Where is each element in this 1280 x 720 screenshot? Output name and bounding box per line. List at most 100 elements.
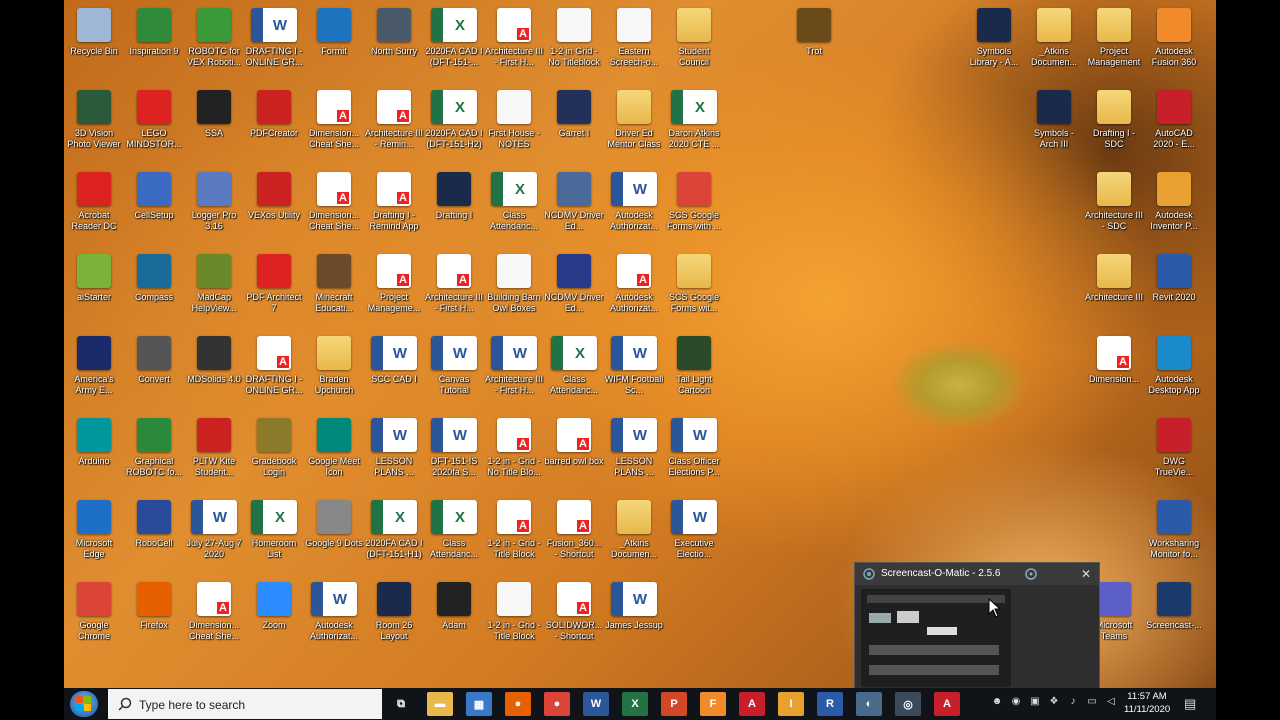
notification-icon[interactable]: ▤	[1184, 696, 1196, 712]
close-icon[interactable]: ✕	[1081, 567, 1091, 581]
desktop-icon[interactable]: Microsoft Edge	[64, 494, 124, 574]
desktop-icon[interactable]: America's Army E...	[64, 330, 124, 410]
calculator-icon[interactable]: ▦	[466, 692, 492, 716]
desktop-icon[interactable]: SSA	[184, 84, 244, 164]
desktop-icon[interactable]: Worksharing Monitor fo...	[1144, 494, 1204, 574]
desktop-icon[interactable]: Arduino	[64, 412, 124, 492]
chrome-icon[interactable]: ●	[544, 692, 570, 716]
desktop-icon[interactable]: Google Chrome	[64, 576, 124, 656]
fusion360-icon[interactable]: F	[700, 692, 726, 716]
teams-tray-icon[interactable]: ☻	[990, 696, 1004, 710]
desktop-icon[interactable]: W Autodesk Authorizat...	[304, 576, 364, 656]
desktop-icon[interactable]: PLTW Kite Student...	[184, 412, 244, 492]
desktop-icon[interactable]: Project Management	[1084, 2, 1144, 82]
desktop-icon[interactable]: W Canvas Tutorial	[424, 330, 484, 410]
desktop-icon[interactable]: Autodesk Desktop App	[1144, 330, 1204, 410]
desktop-icon[interactable]: X Homeroom List	[244, 494, 304, 574]
desktop-icon[interactable]: Screencast-...	[1144, 576, 1204, 656]
desktop-icon[interactable]: Google 9 Dots	[304, 494, 364, 574]
desktop-icon[interactable]: Minecraft Educati...	[304, 248, 364, 328]
file-explorer-icon[interactable]: ▬	[427, 692, 453, 716]
desktop-icon[interactable]: Dimension... Cheat She...	[304, 166, 364, 246]
desktop-icon[interactable]: Drafting I - Remind App	[364, 166, 424, 246]
desktop-icon[interactable]: Adam	[424, 576, 484, 656]
desktop-icon[interactable]: MadCap HelpView...	[184, 248, 244, 328]
desktop-icon[interactable]: W July 27-Aug 7 2020	[184, 494, 244, 574]
mic-tray-icon[interactable]: ♪	[1066, 696, 1080, 710]
desktop-icon[interactable]: Dimension...	[1084, 330, 1144, 410]
app-tray-icon[interactable]: ▣	[1028, 696, 1042, 710]
desktop-icon[interactable]: Drafting I	[424, 166, 484, 246]
clock[interactable]: 11:57 AM 11/11/2020	[1124, 690, 1170, 716]
desktop-icon[interactable]: Convert	[124, 330, 184, 410]
desktop-icon[interactable]: Acrobat Reader DC	[64, 166, 124, 246]
desktop-icon[interactable]: aiStarter	[64, 248, 124, 328]
start-button[interactable]	[70, 691, 98, 717]
desktop-icon[interactable]: SCS Google Forms with ...	[664, 166, 724, 246]
excel-icon[interactable]: X	[622, 692, 648, 716]
desktop-icon[interactable]: W SCC CAD I	[364, 330, 424, 410]
task-view-icon[interactable]: ⧉	[388, 692, 414, 716]
recorder-tray-icon[interactable]: ◉	[1009, 696, 1023, 710]
screencast-record-icon[interactable]	[1025, 568, 1037, 580]
desktop-icon[interactable]: X 2020FA CAD I (DFT-151-H1)	[364, 494, 424, 574]
desktop-icon[interactable]: 1-2 in - Grid - Title Block	[484, 494, 544, 574]
desktop-icon[interactable]: _Atkins Documen...	[1024, 2, 1084, 82]
desktop-icon[interactable]: DRAFTING I - ONLINE GR...	[244, 330, 304, 410]
desktop-icon[interactable]: Building Barn Owl Boxes	[484, 248, 544, 328]
desktop-icon[interactable]: North Surry	[364, 2, 424, 82]
desktop-icon[interactable]: RoboCell	[124, 494, 184, 574]
desktop-icon[interactable]: 1-2 in - Grid - No Title Blo...	[484, 412, 544, 492]
desktop-icon[interactable]: W Class Officer Elections P...	[664, 412, 724, 492]
desktop-icon[interactable]: SOLIDWOR... - Shortcut	[544, 576, 604, 656]
desktop-icon[interactable]: Architecture III	[1084, 248, 1144, 328]
desktop-icon[interactable]: Architecture III - SDC	[1084, 166, 1144, 246]
desktop-icon[interactable]: Firefox	[124, 576, 184, 656]
desktop-icon[interactable]: PDF Architect 7	[244, 248, 304, 328]
photos-icon[interactable]: ◐	[856, 692, 882, 716]
desktop-icon[interactable]: Formit	[304, 2, 364, 82]
desktop-icon[interactable]: Tail Light Cartoon	[664, 330, 724, 410]
search-box[interactable]: Type here to search	[108, 689, 382, 719]
desktop-icon[interactable]: Autodesk Inventor P...	[1144, 166, 1204, 246]
desktop-icon[interactable]: W DRAFTING I - ONLINE GR...	[244, 2, 304, 82]
desktop-icon[interactable]: Compass	[124, 248, 184, 328]
desktop-icon[interactable]: Dimension... Cheat She...	[184, 576, 244, 656]
desktop-icon[interactable]: barred owl box	[544, 412, 604, 492]
desktop-icon[interactable]: Zoom	[244, 576, 304, 656]
desktop-icon[interactable]: Graphical ROBOTC fo...	[124, 412, 184, 492]
desktop-icon[interactable]: X Class Attendanc...	[484, 166, 544, 246]
desktop-icon[interactable]: Project Manageme...	[364, 248, 424, 328]
word-icon[interactable]: W	[583, 692, 609, 716]
desktop-icon[interactable]: Dimension... Cheat She...	[304, 84, 364, 164]
desktop-icon[interactable]: AutoCAD 2020 - E...	[1144, 84, 1204, 164]
desktop-icon[interactable]: _Atkins Documen...	[604, 494, 664, 574]
desktop-icon[interactable]: Fusion_360... - Shortcut	[544, 494, 604, 574]
desktop-icon[interactable]: Symbols Library - A...	[964, 2, 1024, 82]
network-tray-icon[interactable]: ▭	[1085, 696, 1099, 710]
desktop-icon[interactable]: Garret I	[544, 84, 604, 164]
desktop-icon[interactable]: X Daron Atkins 2020 CTE ...	[664, 84, 724, 164]
desktop-icon[interactable]: Student Council	[664, 2, 724, 82]
desktop-icon[interactable]: Architecture III - Remin...	[364, 84, 424, 164]
desktop-icon[interactable]: W DFT-151-IS 2020fa S...	[424, 412, 484, 492]
desktop-icon[interactable]: NCDMV Driver Ed...	[544, 166, 604, 246]
desktop-icon[interactable]: 1-2 in Grid - No Titleblock	[544, 2, 604, 82]
desktop-icon[interactable]: Driver Ed Mentor Class	[604, 84, 664, 164]
dropbox-tray-icon[interactable]: ❖	[1047, 696, 1061, 710]
desktop-icon[interactable]: Braden Upchurch	[304, 330, 364, 410]
desktop-icon[interactable]: NCDMV Driver Ed...	[544, 248, 604, 328]
desktop-icon[interactable]: W Executive Electio...	[664, 494, 724, 574]
desktop-icon[interactable]: VEXos Utility	[244, 166, 304, 246]
desktop-icon[interactable]: CellSetup	[124, 166, 184, 246]
volume-tray-icon[interactable]: ◁	[1104, 696, 1118, 710]
desktop-icon[interactable]: Recycle Bin	[64, 2, 124, 82]
desktop-icon[interactable]: Gradebook Login	[244, 412, 304, 492]
desktop-icon[interactable]: PDFCreator	[244, 84, 304, 164]
revit-icon[interactable]: R	[817, 692, 843, 716]
desktop[interactable]: Recycle Bin Inspiration 9 ROBOTC for VEX R…	[64, 0, 1216, 688]
desktop-icon[interactable]: Eastern Screech-o...	[604, 2, 664, 82]
desktop-icon[interactable]: Architecture III - First H...	[484, 2, 544, 82]
desktop-icon[interactable]: MDSolids 4.0	[184, 330, 244, 410]
desktop-icon[interactable]: X 2020FA CAD I (DFT-151-H2)	[424, 84, 484, 164]
